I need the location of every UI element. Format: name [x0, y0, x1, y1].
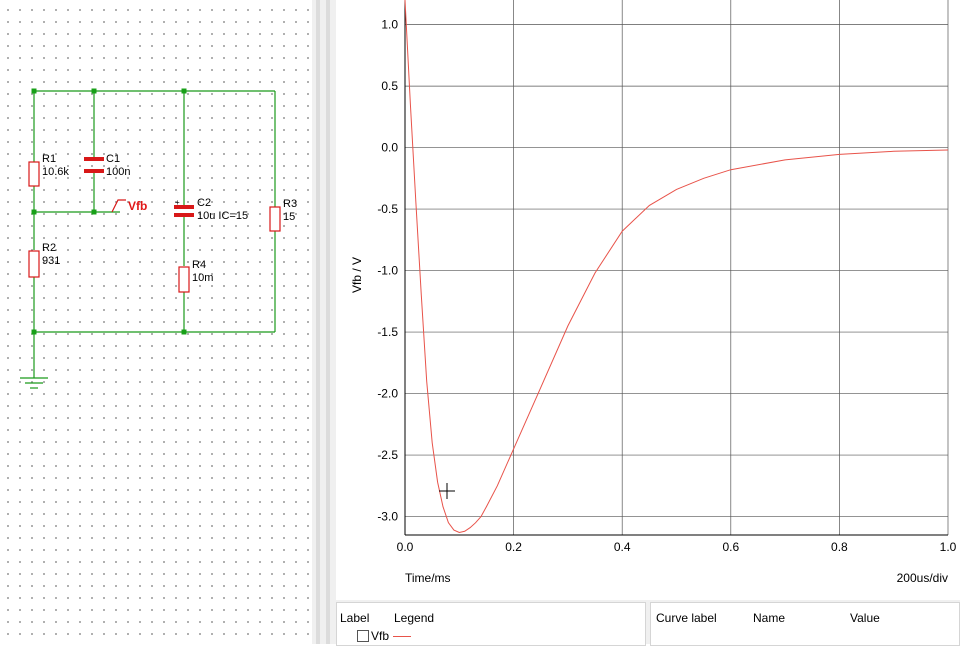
node: [91, 209, 97, 215]
label-column-header: Label: [340, 611, 370, 625]
y-tick-label: -2.5: [377, 448, 398, 462]
c2-value: 10u IC=15: [197, 210, 248, 222]
y-tick-label: -0.5: [377, 202, 398, 216]
curve-visibility-checkbox[interactable]: [357, 630, 369, 642]
pane-splitter[interactable]: [312, 0, 336, 644]
x-tick-label: 0.0: [397, 540, 414, 554]
resistor-r4[interactable]: [178, 266, 190, 293]
bottom-panels: Label Legend Vfb Curve label Name Value: [336, 600, 960, 646]
capacitor-c1-plate-bottom[interactable]: [84, 169, 104, 173]
y-axis-label: Vfb / V: [350, 257, 364, 293]
r1-name: R1: [42, 153, 56, 165]
legend-line-swatch: [393, 636, 411, 637]
x-tick-labels: 0.0 0.2 0.4 0.6 0.8 1.0: [397, 540, 957, 554]
series-line-vfb[interactable]: [404, 0, 949, 534]
resistor-r2[interactable]: [28, 250, 40, 278]
probe-icon[interactable]: [111, 199, 126, 213]
c2-polarity-mark: +: [175, 198, 180, 207]
r3-name: R3: [283, 198, 297, 210]
x-axis-label: Time/ms: [405, 571, 451, 585]
legend-column-header: Legend: [394, 611, 435, 625]
capacitor-c1-plate-top[interactable]: [84, 157, 104, 161]
name-column-header: Name: [753, 611, 786, 625]
x-tick-label: 1.0: [940, 540, 957, 554]
x-tick-label: 0.4: [614, 540, 631, 554]
r2-name: R2: [42, 242, 56, 254]
node: [181, 88, 187, 94]
time-per-div-label: 200us/div: [897, 571, 948, 585]
schematic-drawing: + Vfb R1 10.6k C1 100n R2 931 C2 10u IC=…: [20, 88, 297, 389]
node: [31, 209, 37, 215]
x-tick-label: 0.2: [505, 540, 522, 554]
c1-name: C1: [106, 153, 120, 165]
splitter-bar: [326, 0, 330, 644]
node: [181, 329, 187, 335]
legend-curve-name: Vfb: [371, 629, 390, 643]
x-tick-label: 0.8: [831, 540, 848, 554]
r2-value: 931: [42, 255, 60, 267]
r4-value: 10m: [192, 272, 213, 284]
y-tick-label: 0.5: [381, 79, 398, 93]
c2-name: C2: [197, 197, 211, 209]
waveform-plot[interactable]: 1.0 0.5 0.0 -0.5 -1.0 -1.5 -2.0 -2.5 -3.0 0.0 0.2…: [336, 0, 960, 600]
value-column-header: Value: [850, 611, 880, 625]
r1-value: 10.6k: [42, 166, 69, 178]
y-tick-label: 1.0: [381, 18, 398, 32]
cursor-crosshair[interactable]: [439, 483, 455, 499]
capacitor-c2-plate-bottom[interactable]: [174, 213, 194, 217]
y-tick-labels: 1.0 0.5 0.0 -0.5 -1.0 -1.5 -2.0 -2.5 -3.0: [377, 18, 398, 524]
y-tick-label: -1.0: [377, 264, 398, 278]
node: [91, 88, 97, 94]
resistor-r3[interactable]: [269, 206, 281, 232]
splitter-bar: [316, 0, 320, 644]
plot-svg: 1.0 0.5 0.0 -0.5 -1.0 -1.5 -2.0 -2.5 -3.0 0.0 0.2…: [350, 0, 957, 585]
r3-value: 15: [283, 211, 295, 223]
c1-value: 100n: [106, 166, 130, 178]
probe-label[interactable]: Vfb: [128, 199, 147, 213]
values-panel: Curve label Name Value: [650, 602, 960, 646]
y-tick-label: 0.0: [381, 141, 398, 155]
curve-label-column-header: Curve label: [656, 611, 717, 625]
schematic-canvas[interactable]: + Vfb R1 10.6k C1 100n R2 931 C2 10u IC=…: [0, 0, 312, 644]
y-tick-label: -1.5: [377, 325, 398, 339]
legend-panel: Label Legend Vfb: [336, 602, 646, 646]
resistor-r1[interactable]: [28, 161, 40, 187]
wires: [33, 90, 276, 378]
x-tick-label: 0.6: [722, 540, 739, 554]
node: [31, 88, 37, 94]
ground-icon[interactable]: [20, 377, 48, 389]
r4-name: R4: [192, 259, 206, 271]
node: [31, 329, 37, 335]
y-tick-label: -3.0: [377, 510, 398, 524]
grid: [404, 0, 949, 536]
y-tick-label: -2.0: [377, 387, 398, 401]
